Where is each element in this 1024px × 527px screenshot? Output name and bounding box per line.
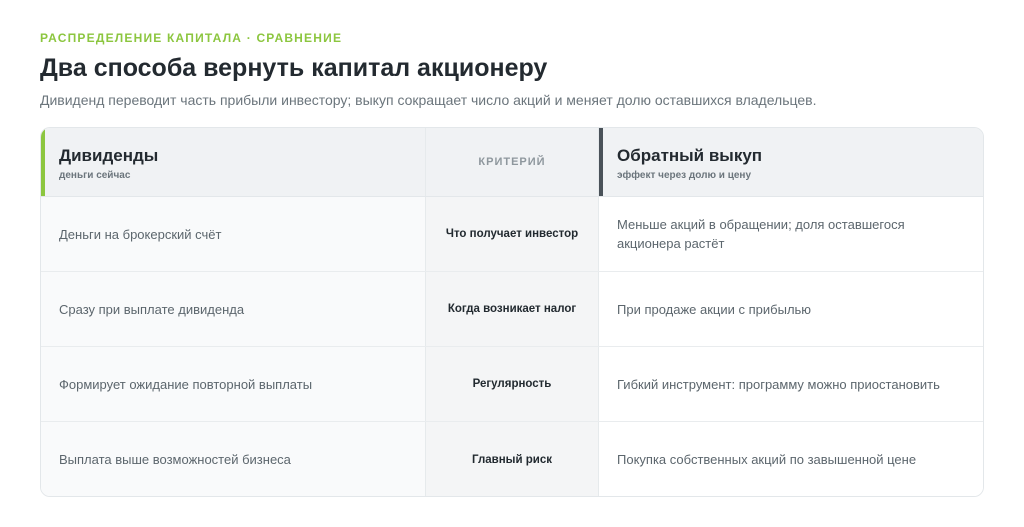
criterion-cell-text: Главный риск [472, 453, 552, 466]
buyback-cell-text: Меньше акций в обращении; доля оставшего… [617, 217, 905, 251]
dividends-cell-text: Формирует ожидание повторной выплаты [59, 376, 313, 392]
buyback-cell: При продаже акции с прибылью [599, 272, 983, 346]
criterion-cell: Регулярность [426, 347, 599, 421]
page: РАСПРЕДЕЛЕНИЕ КАПИТАЛА · СРАВНЕНИЕ Два с… [0, 0, 1024, 527]
buyback-cell: Покупка собственных акций по завышенной … [599, 422, 983, 496]
dividends-title: Дивиденды [59, 145, 159, 165]
dividends-cell: Формирует ожидание повторной выплаты [41, 347, 426, 421]
dividends-cell-text: Сразу при выплате дивиденда [59, 301, 245, 317]
buyback-subtitle: эффект через долю и цену [617, 169, 752, 181]
page-subtitle: Дивиденд переводит часть прибыли инвесто… [40, 92, 817, 108]
comparison-table: Дивиденды деньги сейчас КРИТЕРИЙ Обратны… [40, 127, 984, 497]
eyebrow-label: РАСПРЕДЕЛЕНИЕ КАПИТАЛА · СРАВНЕНИЕ [40, 31, 343, 45]
buyback-cell-text: Гибкий инструмент: программу можно приос… [617, 376, 940, 392]
buyback-cell: Гибкий инструмент: программу можно приос… [599, 347, 983, 421]
buyback-cell: Меньше акций в обращении; доля оставшего… [599, 197, 983, 271]
criteria-header: КРИТЕРИЙ [426, 128, 599, 196]
table-row: Сразу при выплате дивиденда Когда возник… [41, 272, 983, 347]
dividends-subtitle: деньги сейчас [59, 169, 131, 181]
criterion-cell: Когда возникает налог [426, 272, 599, 346]
criterion-cell-text: Регулярность [472, 378, 552, 390]
table-header-row: Дивиденды деньги сейчас КРИТЕРИЙ Обратны… [41, 128, 983, 197]
criterion-cell: Что получает инвестор [426, 197, 599, 271]
table-row: Формирует ожидание повторной выплаты Рег… [41, 347, 983, 422]
criterion-cell-text: Что получает инвестор [445, 228, 579, 240]
dividends-cell-text: Выплата выше возможностей бизнеса [59, 452, 291, 467]
criteria-header-label: КРИТЕРИЙ [478, 156, 546, 168]
dividends-cell-text: Деньги на брокерский счёт [59, 226, 222, 242]
dividends-cell: Выплата выше возможностей бизнеса [41, 422, 426, 496]
buyback-header: Обратный выкуп эффект через долю и цену [599, 128, 983, 196]
dividends-cell: Деньги на брокерский счёт [41, 197, 426, 271]
criterion-cell-text: Когда возникает налог [447, 303, 577, 315]
buyback-cell-text: При продаже акции с прибылью [617, 301, 812, 317]
buyback-title: Обратный выкуп [617, 145, 763, 165]
dividends-header: Дивиденды деньги сейчас [41, 128, 426, 196]
page-title: Два способа вернуть капитал акционеру [40, 54, 548, 82]
dividends-cell: Сразу при выплате дивиденда [41, 272, 426, 346]
table-row: Деньги на брокерский счёт Что получает и… [41, 197, 983, 272]
buyback-cell-text: Покупка собственных акций по завышенной … [617, 452, 917, 467]
criterion-cell: Главный риск [426, 422, 599, 496]
table-row: Выплата выше возможностей бизнеса Главны… [41, 422, 983, 496]
